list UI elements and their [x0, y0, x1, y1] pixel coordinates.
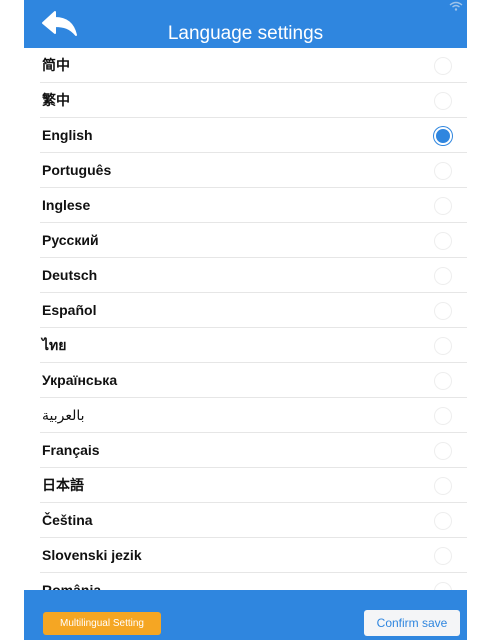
language-label: Français — [42, 442, 100, 458]
language-radio[interactable] — [434, 162, 452, 180]
language-label: Inglese — [42, 197, 91, 213]
language-radio[interactable] — [434, 372, 452, 390]
language-radio[interactable] — [434, 477, 452, 495]
language-label: Čeština — [42, 512, 93, 528]
language-row[interactable]: 简中 — [40, 48, 467, 83]
language-settings-screen: Language settings 简中 繁中 English Portuguê — [0, 0, 499, 640]
language-list: 简中 繁中 English Português Inglese Русский — [24, 48, 467, 590]
language-label: 繁中 — [42, 92, 70, 108]
language-radio[interactable] — [434, 127, 452, 145]
language-radio[interactable] — [434, 442, 452, 460]
language-row[interactable]: Deutsch — [40, 258, 467, 293]
header-bar: Language settings — [24, 0, 467, 48]
language-row[interactable]: Slovenski jezik — [40, 538, 467, 573]
language-label: Deutsch — [42, 267, 98, 283]
language-radio[interactable] — [434, 302, 452, 320]
language-row[interactable]: Inglese — [40, 188, 467, 223]
language-label: Español — [42, 302, 97, 318]
multilingual-setting-button[interactable]: Multilingual Setting — [43, 612, 161, 635]
language-row[interactable]: ไทย — [40, 328, 467, 363]
language-radio[interactable] — [434, 337, 452, 355]
language-label: بالعربية — [42, 407, 85, 423]
language-row[interactable]: بالعربية — [40, 398, 467, 433]
language-radio[interactable] — [434, 197, 452, 215]
language-radio[interactable] — [434, 232, 452, 250]
language-radio[interactable] — [434, 57, 452, 75]
footer-bar: Multilingual Setting Confirm save — [24, 590, 467, 640]
language-label: 简中 — [42, 57, 70, 73]
page-title: Language settings — [167, 23, 324, 44]
language-row[interactable]: Français — [40, 433, 467, 468]
language-label: Українська — [42, 372, 118, 388]
language-row[interactable]: Português — [40, 153, 467, 188]
language-label: România — [42, 582, 102, 590]
language-radio[interactable] — [434, 267, 452, 285]
language-row[interactable]: România — [40, 573, 467, 590]
confirm-save-button[interactable]: Confirm save — [364, 610, 460, 636]
language-row[interactable]: Čeština — [40, 503, 467, 538]
language-label: 日本語 — [42, 477, 84, 493]
language-radio[interactable] — [434, 547, 452, 565]
language-radio[interactable] — [434, 92, 452, 110]
language-label: Slovenski jezik — [42, 547, 142, 563]
language-radio[interactable] — [434, 582, 452, 590]
language-row[interactable]: 日本語 — [40, 468, 467, 503]
language-row[interactable]: Español — [40, 293, 467, 328]
language-row[interactable]: English — [40, 118, 467, 153]
language-radio[interactable] — [434, 407, 452, 425]
language-label: English — [42, 127, 93, 143]
wifi-icon — [449, 1, 463, 11]
language-row[interactable]: Русский — [40, 223, 467, 258]
app-frame: Language settings 简中 繁中 English Portuguê — [24, 0, 467, 640]
language-radio[interactable] — [434, 512, 452, 530]
language-label: Português — [42, 162, 112, 178]
language-row[interactable]: 繁中 — [40, 83, 467, 118]
language-label: Русский — [42, 232, 99, 248]
language-row[interactable]: Українська — [40, 363, 467, 398]
language-label: ไทย — [42, 337, 67, 353]
